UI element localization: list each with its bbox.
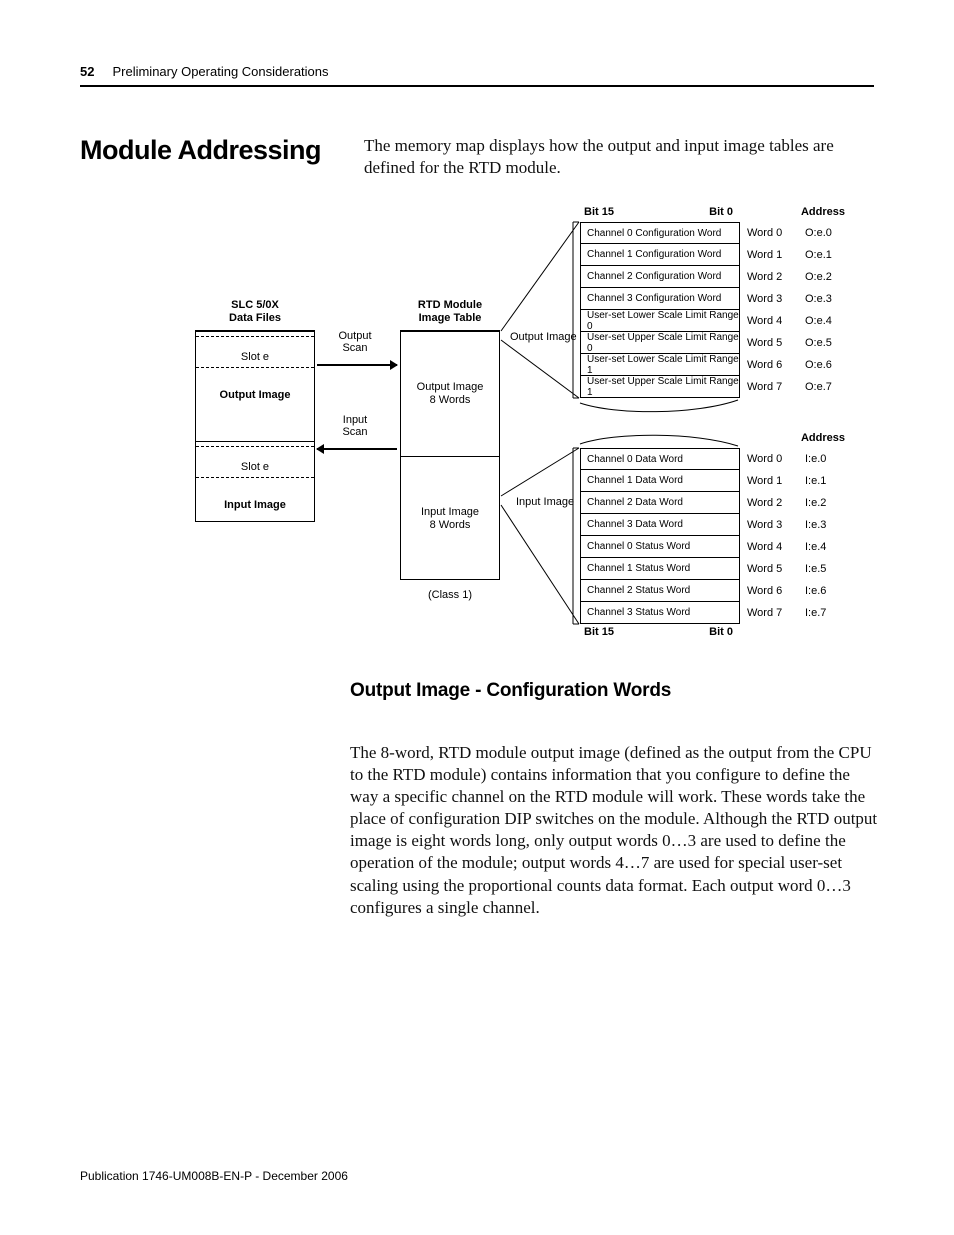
word-label: Word 7 [747, 602, 797, 624]
rtd-heading: RTD ModuleImage Table [396, 299, 504, 325]
table-row: Channel 1 Configuration Word [580, 244, 740, 266]
input-scan-label: InputScan [330, 414, 380, 438]
arrow-output-scan [317, 364, 397, 366]
word-label: Word 2 [747, 266, 797, 288]
rtd-output-block: Output Image8 Words [401, 331, 499, 456]
slc-column: SLC 5/0XData Files Slot e Output Image S… [195, 330, 315, 522]
rtd-column: RTD ModuleImage Table Output Image8 Word… [400, 330, 500, 580]
output-words-index: Word 0 Word 1 Word 2 Word 3 Word 4 Word … [747, 222, 797, 398]
section-block: Module Addressing The memory map display… [80, 135, 874, 179]
output-scan-label: OutputScan [330, 330, 380, 354]
addr-label: O:e.4 [805, 310, 845, 332]
address-header-top: Address [801, 206, 845, 218]
word-label: Word 7 [747, 376, 797, 398]
subsection-title: Output Image - Configuration Words [350, 680, 879, 702]
input-image-sidelabel: Input Image [516, 496, 574, 508]
table-row: Channel 3 Configuration Word [580, 288, 740, 310]
table-row: Channel 0 Data Word [580, 448, 740, 470]
word-label: Word 5 [747, 332, 797, 354]
memory-map-diagram: SLC 5/0XData Files Slot e Output Image S… [195, 200, 845, 630]
addr-label: I:e.0 [805, 448, 845, 470]
section-title: Module Addressing [80, 135, 340, 166]
table-row: Channel 0 Configuration Word [580, 222, 740, 244]
word-label: Word 3 [747, 514, 797, 536]
addr-label: O:e.5 [805, 332, 845, 354]
table-row: Channel 2 Configuration Word [580, 266, 740, 288]
addr-label: O:e.0 [805, 222, 845, 244]
word-label: Word 6 [747, 354, 797, 376]
table-row: User-set Upper Scale Limit Range 0 [580, 332, 740, 354]
input-words-index: Word 0 Word 1 Word 2 Word 3 Word 4 Word … [747, 448, 797, 624]
word-label: Word 3 [747, 288, 797, 310]
slc-input-label: Input Image [224, 499, 286, 511]
table-row: Channel 0 Status Word [580, 536, 740, 558]
address-header-mid: Address [801, 432, 845, 444]
table-row: Channel 2 Data Word [580, 492, 740, 514]
arrow-input-scan [317, 448, 397, 450]
table-row: Channel 1 Status Word [580, 558, 740, 580]
rtd-input-block: Input Image8 Words [401, 456, 499, 581]
word-label: Word 1 [747, 470, 797, 492]
bit15-top: Bit 15 [584, 206, 614, 218]
bit0-bottom: Bit 0 [709, 626, 733, 638]
addr-label: I:e.6 [805, 580, 845, 602]
bit0-top: Bit 0 [709, 206, 733, 218]
addr-label: O:e.3 [805, 288, 845, 310]
slc-input-slot: Slot e [196, 446, 314, 478]
addr-label: O:e.2 [805, 266, 845, 288]
word-label: Word 4 [747, 536, 797, 558]
slc-input-block: Slot e Input Image [196, 441, 314, 521]
word-label: Word 6 [747, 580, 797, 602]
word-label: Word 2 [747, 492, 797, 514]
table-row: Channel 3 Status Word [580, 602, 740, 624]
addr-label: O:e.1 [805, 244, 845, 266]
word-label: Word 0 [747, 448, 797, 470]
table-row: Channel 2 Status Word [580, 580, 740, 602]
table-row: User-set Lower Scale Limit Range 0 [580, 310, 740, 332]
addr-label: I:e.2 [805, 492, 845, 514]
addr-label: I:e.7 [805, 602, 845, 624]
output-image-sidelabel: Output Image [510, 331, 577, 343]
table-row: User-set Lower Scale Limit Range 1 [580, 354, 740, 376]
addr-label: O:e.6 [805, 354, 845, 376]
addr-label: I:e.3 [805, 514, 845, 536]
addr-label: O:e.7 [805, 376, 845, 398]
running-title: Preliminary Operating Considerations [112, 64, 328, 79]
table-row: Channel 3 Data Word [580, 514, 740, 536]
word-label: Word 5 [747, 558, 797, 580]
addr-label: I:e.5 [805, 558, 845, 580]
addr-label: I:e.1 [805, 470, 845, 492]
addr-label: I:e.4 [805, 536, 845, 558]
slc-heading: SLC 5/0XData Files [196, 299, 314, 325]
page: 52 Preliminary Operating Considerations … [0, 0, 954, 1235]
table-row: User-set Upper Scale Limit Range 1 [580, 376, 740, 398]
table-row: Channel 1 Data Word [580, 470, 740, 492]
slc-output-block: Slot e Output Image [196, 331, 314, 411]
input-words-table: Channel 0 Data Word Channel 1 Data Word … [580, 448, 740, 624]
running-header: 52 Preliminary Operating Considerations [80, 64, 874, 87]
slc-output-label: Output Image [220, 389, 291, 401]
input-words-address: I:e.0 I:e.1 I:e.2 I:e.3 I:e.4 I:e.5 I:e.… [805, 448, 845, 624]
slc-output-slot: Slot e [196, 336, 314, 368]
slc-gap [196, 411, 314, 441]
rtd-class-note: (Class 1) [401, 589, 499, 601]
subsection-body: The 8-word, RTD module output image (def… [350, 742, 879, 919]
page-number: 52 [80, 64, 94, 79]
output-words-table: Channel 0 Configuration Word Channel 1 C… [580, 222, 740, 398]
subsection-block: Output Image - Configuration Words The 8… [350, 680, 879, 919]
word-label: Word 0 [747, 222, 797, 244]
publication-footer: Publication 1746-UM008B-EN-P - December … [80, 1169, 348, 1183]
word-label: Word 1 [747, 244, 797, 266]
section-intro: The memory map displays how the output a… [364, 135, 874, 179]
bit15-bottom: Bit 15 [584, 626, 614, 638]
word-label: Word 4 [747, 310, 797, 332]
output-words-address: O:e.0 O:e.1 O:e.2 O:e.3 O:e.4 O:e.5 O:e.… [805, 222, 845, 398]
